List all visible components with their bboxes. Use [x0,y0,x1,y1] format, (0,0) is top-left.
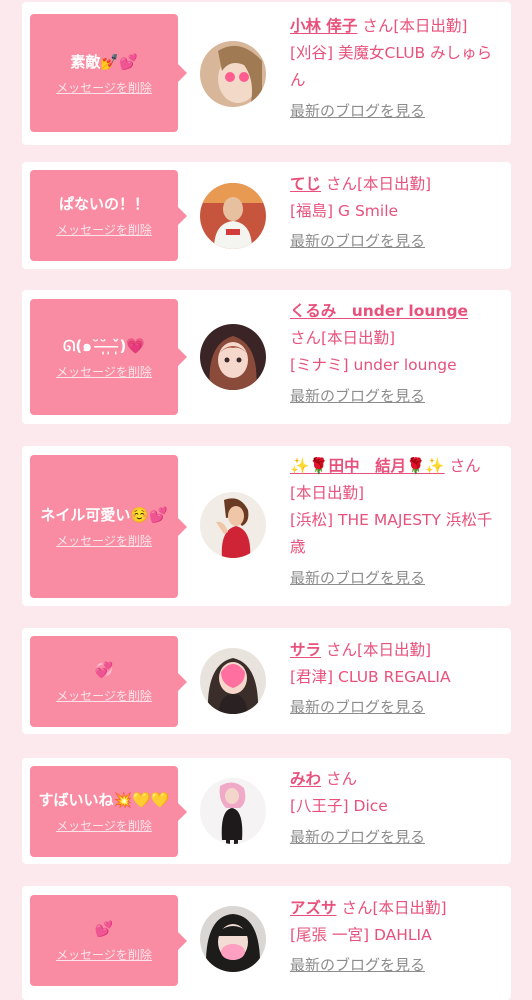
attendance-status: さん[本日出勤] [325,641,432,659]
message-text: すばいいね💥💛💛 [38,791,170,809]
cast-name-link[interactable]: サラ [290,641,321,659]
cast-name-link[interactable]: てじ [290,175,321,193]
list-item: ネイル可愛い☺️💕 メッセージを削除 ✨🌹田中 結月🌹✨ さん[本日出勤] [浜… [22,446,511,606]
shop-name: [福島] G Smile [290,202,399,220]
latest-blog-link[interactable]: 最新のブログを見る [290,228,425,255]
delete-message-link[interactable]: メッセージを削除 [56,79,152,96]
avatar[interactable] [200,183,266,249]
message-text: 💕 [94,920,114,938]
cast-name-link[interactable]: くるみ under lounge [290,302,468,320]
shop-name: [ミナミ] under lounge [290,356,457,374]
cast-info: みわ さん [八王子] Dice 最新のブログを見る [290,766,502,851]
delete-message-link[interactable]: メッセージを削除 [56,946,152,963]
shop-name: [刈谷] 美魔女CLUB みしゅらん [290,44,493,89]
avatar[interactable] [200,492,266,558]
cast-info: てじ さん[本日出勤] [福島] G Smile 最新のブログを見る [290,171,502,255]
delete-message-link[interactable]: メッセージを削除 [56,687,152,704]
latest-blog-link[interactable]: 最新のブログを見る [290,694,425,721]
message-bubble: 💕 メッセージを削除 [30,895,187,986]
delete-message-link[interactable]: メッセージを削除 [56,532,152,549]
shop-name: [君津] CLUB REGALIA [290,668,451,686]
delete-message-link[interactable]: メッセージを削除 [56,817,152,834]
message-bubble: 💞 メッセージを削除 [30,636,187,727]
shop-name: [浜松] THE MAJESTY 浜松千歳 [290,511,493,556]
list-item: ᘏ(๑˘˘̶̩ ̶̩ˇ̶̩)💗 メッセージを削除 くるみ under loung… [22,290,511,424]
latest-blog-link[interactable]: 最新のブログを見る [290,952,425,979]
message-text: ぱないの！！ [58,195,149,213]
avatar[interactable] [200,648,266,714]
attendance-status: さん[本日出勤] [362,17,468,35]
cast-name-link[interactable]: みわ [290,770,321,788]
attendance-status: さん[本日出勤] [290,329,396,347]
message-bubble: ぱないの！！ メッセージを削除 [30,170,187,261]
list-item: 💕 メッセージを削除 アズサ さん[本日出勤] [尾張 一宮] DAHLIA 最… [22,886,511,1000]
attendance-status: さん[本日出勤] [341,899,447,917]
latest-blog-link[interactable]: 最新のブログを見る [290,383,425,410]
list-item: 素敵💅💕 メッセージを削除 小林 倖子 さん[本日出勤] [刈谷] 美魔女CLU… [22,2,511,145]
message-text: ネイル可愛い☺️💕 [40,506,168,524]
delete-message-link[interactable]: メッセージを削除 [56,363,152,380]
shop-name: [尾張 一宮] DAHLIA [290,926,432,944]
message-bubble: ᘏ(๑˘˘̶̩ ̶̩ˇ̶̩)💗 メッセージを削除 [30,299,187,415]
list-item: 💞 メッセージを削除 サラ さん[本日出勤] [君津] CLUB REGALIA… [22,628,511,734]
message-text: 素敵💅💕 [70,52,138,71]
latest-blog-link[interactable]: 最新のブログを見る [290,824,425,851]
avatar[interactable] [200,41,266,107]
message-text: ᘏ(๑˘˘̶̩ ̶̩ˇ̶̩)💗 [62,336,146,355]
message-bubble: ネイル可愛い☺️💕 メッセージを削除 [30,455,187,598]
message-bubble: 素敵💅💕 メッセージを削除 [30,14,187,132]
avatar[interactable] [200,778,266,844]
message-bubble: すばいいね💥💛💛 メッセージを削除 [30,766,187,857]
cast-info: ✨🌹田中 結月🌹✨ さん[本日出勤] [浜松] THE MAJESTY 浜松千歳… [290,453,502,592]
list-item: すばいいね💥💛💛 メッセージを削除 みわ さん [八王子] Dice 最新のブロ… [22,758,511,864]
cast-name-link[interactable]: アズサ [290,899,337,917]
avatar[interactable] [200,906,266,972]
favorites-message-list: 素敵💅💕 メッセージを削除 小林 倖子 さん[本日出勤] [刈谷] 美魔女CLU… [0,0,532,1000]
shop-name: [八王子] Dice [290,797,388,815]
cast-name-link[interactable]: ✨🌹田中 結月🌹✨ [290,457,445,475]
cast-info: 小林 倖子 さん[本日出勤] [刈谷] 美魔女CLUB みしゅらん 最新のブログ… [290,13,502,125]
latest-blog-link[interactable]: 最新のブログを見る [290,565,425,592]
cast-info: アズサ さん[本日出勤] [尾張 一宮] DAHLIA 最新のブログを見る [290,895,502,979]
cast-info: サラ さん[本日出勤] [君津] CLUB REGALIA 最新のブログを見る [290,637,502,721]
list-item: ぱないの！！ メッセージを削除 てじ さん[本日出勤] [福島] G Smile… [22,162,511,269]
latest-blog-link[interactable]: 最新のブログを見る [290,98,425,125]
delete-message-link[interactable]: メッセージを削除 [56,221,152,238]
avatar[interactable] [200,324,266,390]
attendance-status: さん[本日出勤] [325,175,432,193]
cast-info: くるみ under lounge さん[本日出勤] [ミナミ] under lo… [290,298,502,410]
cast-name-link[interactable]: 小林 倖子 [290,17,357,35]
attendance-status: さん [325,770,357,788]
message-text: 💞 [94,661,114,679]
